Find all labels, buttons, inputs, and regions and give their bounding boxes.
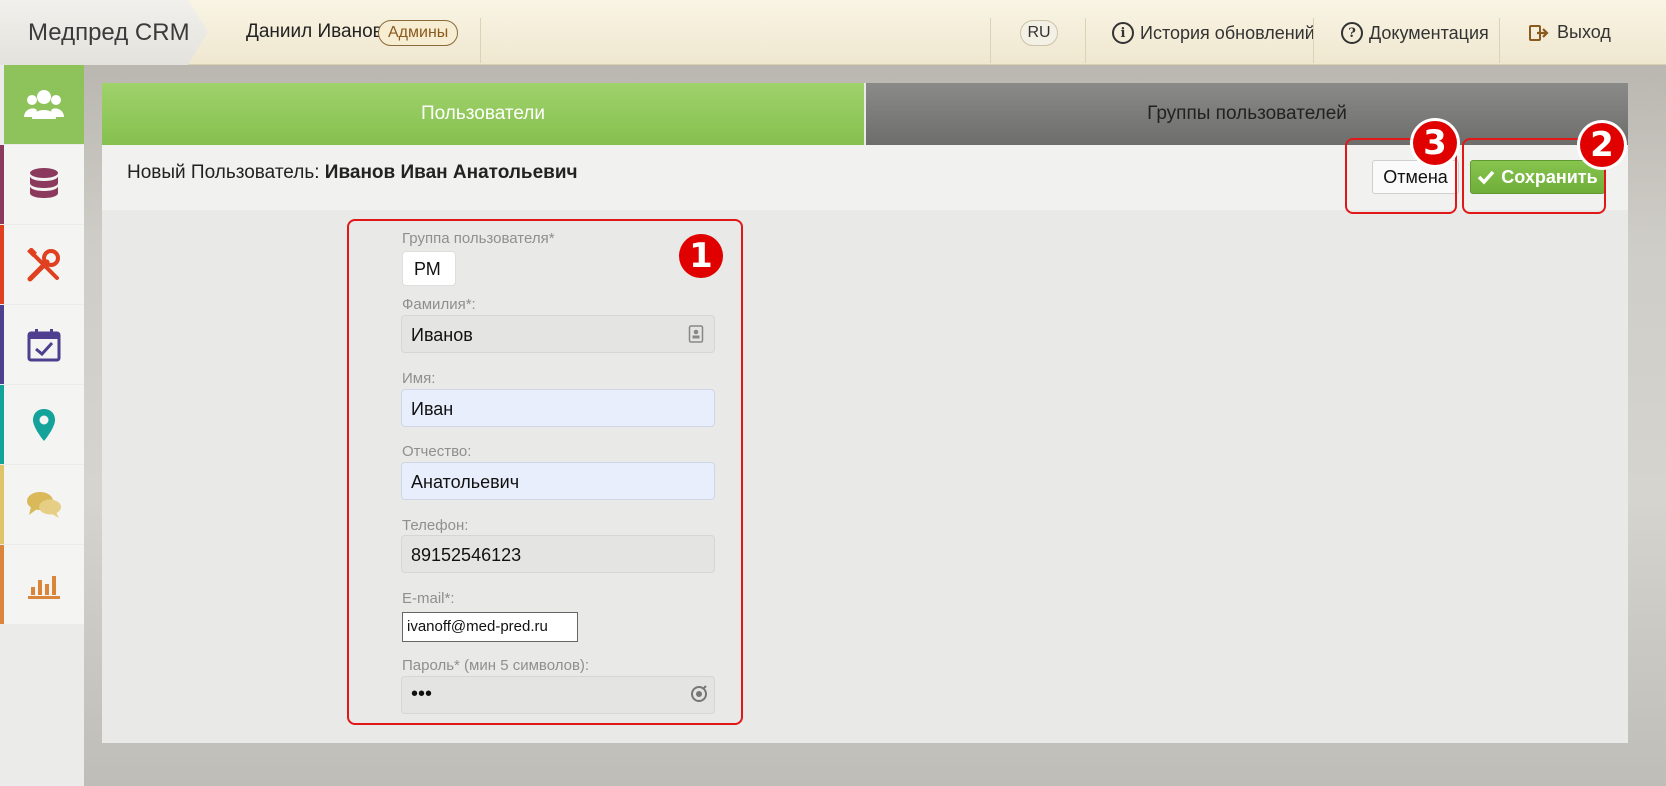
- users-icon: [24, 89, 64, 119]
- annotation-marker-1: 1: [679, 234, 723, 278]
- sidebar: [0, 65, 84, 786]
- history-link[interactable]: i История обновлений: [1112, 22, 1315, 44]
- header-divider: [1085, 18, 1086, 63]
- tab-user-groups[interactable]: Группы пользователей: [866, 83, 1628, 145]
- annotation-frame-form: [347, 219, 743, 725]
- logout-link-label: Выход: [1557, 22, 1611, 42]
- history-link-label: История обновлений: [1140, 22, 1315, 43]
- top-bar: Медпред CRM Даниил Иванов Админы RU i Ис…: [0, 0, 1666, 65]
- current-user-name: Даниил Иванов: [246, 21, 383, 42]
- bar-chart-icon: [28, 575, 60, 599]
- language-switch[interactable]: RU: [1020, 20, 1058, 46]
- page-title: Новый Пользователь: Иванов Иван Анатолье…: [127, 162, 578, 184]
- sidebar-item-map[interactable]: [0, 385, 84, 464]
- help-icon: ?: [1341, 22, 1363, 44]
- role-badge: Админы: [378, 20, 459, 46]
- header-divider: [1499, 18, 1500, 63]
- sidebar-item-tools[interactable]: [0, 225, 84, 304]
- docs-link-label: Документация: [1369, 22, 1489, 43]
- tools-icon: [27, 247, 60, 281]
- sidebar-item-reports[interactable]: [0, 545, 84, 624]
- brand-logo[interactable]: Медпред CRM: [0, 0, 208, 65]
- logout-link[interactable]: Выход: [1529, 22, 1611, 43]
- sidebar-item-database[interactable]: [0, 145, 84, 224]
- chat-icon: [27, 491, 61, 518]
- map-marker-icon: [33, 408, 55, 441]
- tab-users[interactable]: Пользователи: [102, 83, 864, 145]
- info-icon: i: [1112, 22, 1134, 44]
- database-icon: [30, 167, 58, 198]
- header-divider: [990, 18, 991, 63]
- annotation-marker-2: 2: [1580, 123, 1624, 167]
- calendar-check-icon: [27, 328, 61, 361]
- sidebar-item-users[interactable]: [4, 65, 84, 144]
- title-prefix: Новый Пользователь:: [127, 162, 320, 183]
- docs-link[interactable]: ? Документация: [1341, 22, 1489, 44]
- header-divider: [1313, 18, 1314, 63]
- title-user-name: Иванов Иван Анатольевич: [324, 162, 578, 183]
- sidebar-item-calendar[interactable]: [0, 305, 84, 384]
- annotation-marker-3: 3: [1413, 121, 1457, 165]
- sidebar-item-chat[interactable]: [0, 465, 84, 544]
- header-divider: [480, 18, 481, 63]
- logout-icon: [1529, 24, 1549, 41]
